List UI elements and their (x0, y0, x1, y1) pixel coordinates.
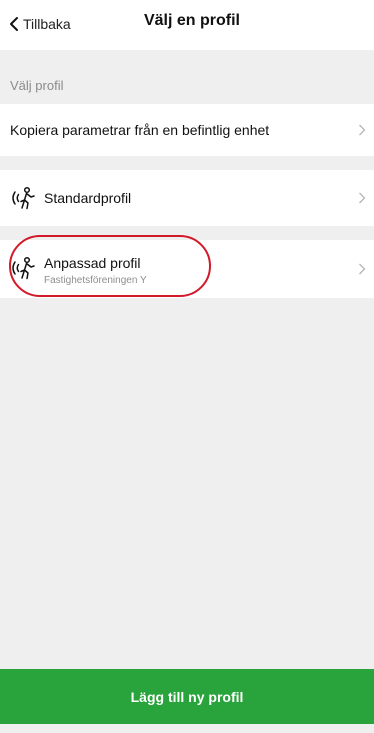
standard-profile-label: Standardprofil (44, 190, 132, 206)
copy-parameters-label: Kopiera parametrar från en befintlig enh… (10, 122, 270, 138)
header-bar: Tillbaka Välj en profil (0, 0, 374, 50)
chevron-right-icon (359, 263, 366, 275)
page-title: Välj en profil (143, 12, 240, 29)
section-label: Välj profil (10, 78, 64, 93)
person-sensor-icon (12, 256, 35, 280)
person-sensor-icon (12, 186, 35, 210)
custom-profile-label: Anpassad profil (44, 255, 141, 271)
standard-profile-row[interactable]: Standardprofil (0, 170, 374, 226)
custom-profile-row[interactable]: Anpassad profil Fastighetsföreningen Y (0, 240, 374, 298)
bottom-strip (0, 724, 374, 733)
add-new-profile-button[interactable]: Lägg till ny profil (0, 669, 374, 724)
custom-profile-sublabel: Fastighetsföreningen Y (44, 275, 147, 286)
chevron-right-icon (359, 124, 366, 136)
copy-parameters-row[interactable]: Kopiera parametrar från en befintlig enh… (0, 104, 374, 156)
chevron-right-icon (359, 192, 366, 204)
